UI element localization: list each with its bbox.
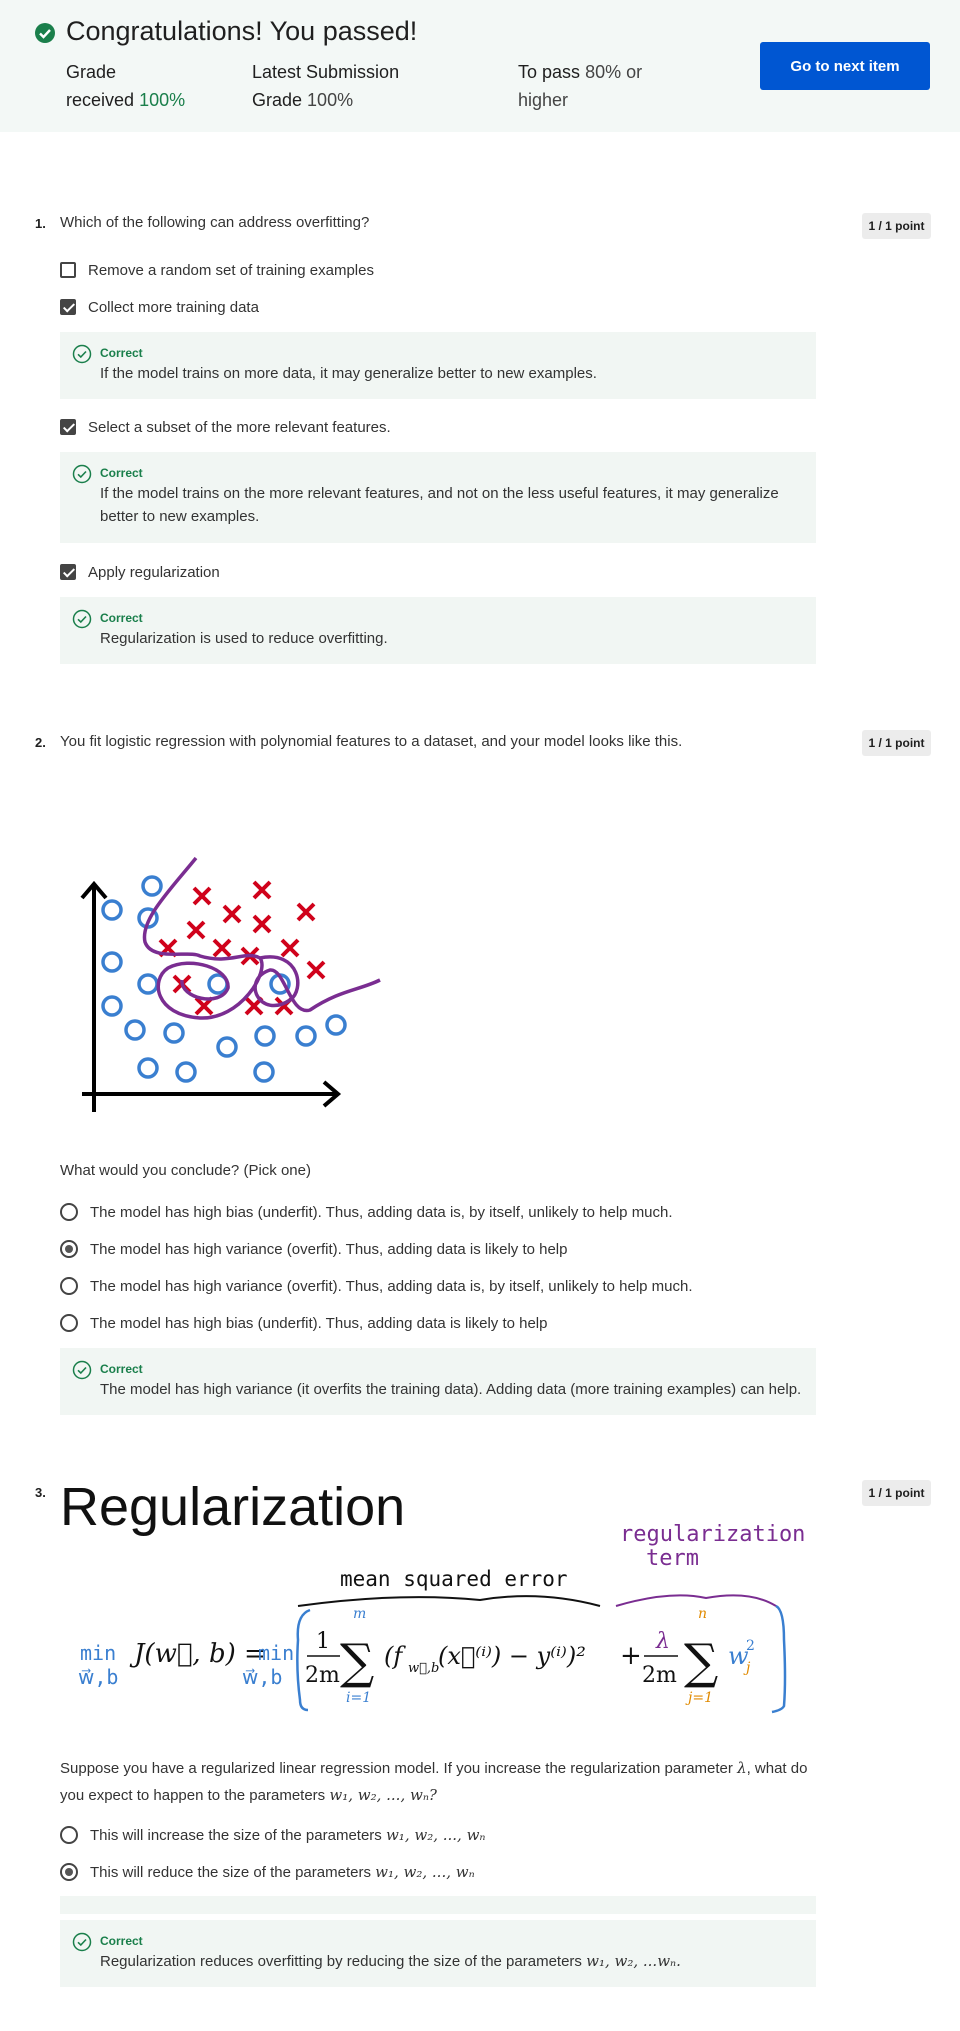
feedback-correct: Correct Regularization is used to reduce… bbox=[60, 597, 816, 664]
correct-check-icon bbox=[72, 464, 92, 484]
q1-option-select-features[interactable]: Select a subset of the more relevant fea… bbox=[60, 416, 391, 438]
right-bracket bbox=[771, 1604, 787, 1714]
model-subscript: w⃗,b bbox=[408, 1661, 439, 1676]
correct-check-icon bbox=[72, 609, 92, 629]
min-label: min bbox=[80, 1641, 116, 1665]
q2-option-high-variance-unlikely[interactable]: The model has high variance (overfit). T… bbox=[60, 1275, 693, 1297]
question-text: You fit logistic regression with polynom… bbox=[60, 733, 683, 750]
fraction-numerator: 1 bbox=[316, 1629, 330, 1654]
regularization-slide: Regularization mean squared error regula… bbox=[60, 1470, 820, 1730]
pass-banner: Congratulations! You passed! Grade recei… bbox=[0, 0, 960, 132]
pass-threshold: To pass 80% or higher bbox=[518, 62, 643, 110]
lambda-symbol: λ bbox=[655, 1629, 670, 1654]
checkbox[interactable] bbox=[60, 262, 76, 278]
points-badge: 1 / 1 point bbox=[862, 213, 931, 239]
check-circle-icon bbox=[35, 23, 55, 43]
grade-received: Grade received 100% bbox=[66, 62, 186, 110]
positive-examples bbox=[158, 880, 326, 1016]
sum2-lower-limit: j=1 bbox=[685, 1690, 713, 1706]
reg-brace bbox=[615, 1594, 777, 1607]
question-number: 2. bbox=[35, 735, 46, 750]
fraction-denominator: 2m bbox=[305, 1663, 340, 1688]
annotation-regularization: regularization bbox=[620, 1522, 805, 1547]
mse-brace bbox=[297, 1595, 601, 1607]
radio-button[interactable] bbox=[60, 1277, 78, 1295]
q1-option-remove-examples[interactable]: Remove a random set of training examples bbox=[60, 259, 374, 281]
sum2-upper-limit: n bbox=[698, 1606, 707, 1622]
correct-check-icon bbox=[72, 1360, 92, 1380]
q1-option-collect-data[interactable]: Collect more training data bbox=[60, 296, 259, 318]
summation-sign: ∑ bbox=[340, 1634, 374, 1690]
question-text: Suppose you have a regularized linear re… bbox=[60, 1759, 808, 1804]
plus-sign: + bbox=[620, 1641, 642, 1671]
sum-lower-limit: i=1 bbox=[346, 1690, 371, 1706]
question-text: Which of the following can address overf… bbox=[60, 214, 370, 231]
checkbox-checked[interactable] bbox=[60, 419, 76, 435]
points-badge: 1 / 1 point bbox=[862, 730, 931, 756]
overfit-decision-boundary-figure bbox=[80, 856, 381, 1112]
question-prompt: What would you conclude? (Pick one) bbox=[60, 1162, 311, 1179]
correct-check-icon bbox=[72, 344, 92, 364]
sum-upper-limit: m bbox=[353, 1606, 366, 1622]
points-badge: 1 / 1 point bbox=[862, 1480, 931, 1506]
regularization-formula: mean squared error regularization term m… bbox=[78, 1522, 805, 1714]
grade-value: 100% bbox=[139, 90, 186, 110]
annotation-term: term bbox=[646, 1546, 699, 1571]
banner-title: Congratulations! You passed! bbox=[66, 16, 418, 46]
summation-sign-2: ∑ bbox=[684, 1634, 718, 1690]
feedback-correct: Correct The model has high variance (it … bbox=[60, 1348, 816, 1415]
fraction-denominator-2: 2m bbox=[642, 1663, 677, 1688]
left-bracket bbox=[296, 1608, 311, 1712]
q2-option-high-bias-likely[interactable]: The model has high bias (underfit). Thus… bbox=[60, 1312, 548, 1334]
min-label-2: min bbox=[258, 1641, 294, 1665]
radio-button[interactable] bbox=[60, 1203, 78, 1221]
go-to-next-item-button[interactable]: Go to next item bbox=[760, 42, 930, 90]
error-term: (x⃗⁽ⁱ⁾) − y⁽ⁱ⁾)² bbox=[438, 1642, 586, 1670]
checkbox-checked[interactable] bbox=[60, 564, 76, 580]
weight-superscript: 2 bbox=[746, 1638, 755, 1654]
feedback-correct: Correct If the model trains on more data… bbox=[60, 332, 816, 399]
radio-button-selected[interactable] bbox=[60, 1863, 78, 1881]
q3-option-increase[interactable]: This will increase the size of the param… bbox=[60, 1824, 486, 1846]
radio-button-selected[interactable] bbox=[60, 1240, 78, 1258]
latest-submission-grade: Latest Submission Grade 100% bbox=[252, 62, 400, 110]
question-number: 1. bbox=[35, 216, 46, 231]
feedback-correct: Correct If the model trains on the more … bbox=[60, 452, 816, 543]
annotation-mean-squared-error: mean squared error bbox=[340, 1567, 568, 1591]
feedback-correct: Correct Regularization reduces overfitti… bbox=[60, 1920, 816, 1987]
latest-grade-value: 100% bbox=[307, 90, 354, 110]
min-subscript-2: w⃗,b bbox=[242, 1665, 282, 1689]
q2-option-high-variance-likely[interactable]: The model has high variance (overfit). T… bbox=[60, 1238, 567, 1260]
question-number: 3. bbox=[35, 1485, 46, 1500]
q2-option-high-bias-unlikely[interactable]: The model has high bias (underfit). Thus… bbox=[60, 1201, 673, 1223]
decision-boundary-curve bbox=[142, 856, 381, 1020]
q3-option-reduce[interactable]: This will reduce the size of the paramet… bbox=[60, 1861, 475, 1883]
model-term: (f bbox=[384, 1642, 406, 1670]
clipped-feedback-fragment bbox=[60, 1896, 816, 1914]
checkbox-checked[interactable] bbox=[60, 299, 76, 315]
radio-button[interactable] bbox=[60, 1314, 78, 1332]
q1-option-regularization[interactable]: Apply regularization bbox=[60, 561, 220, 583]
min-subscript: w⃗,b bbox=[78, 1665, 118, 1689]
correct-check-icon bbox=[72, 1932, 92, 1952]
radio-button[interactable] bbox=[60, 1826, 78, 1844]
